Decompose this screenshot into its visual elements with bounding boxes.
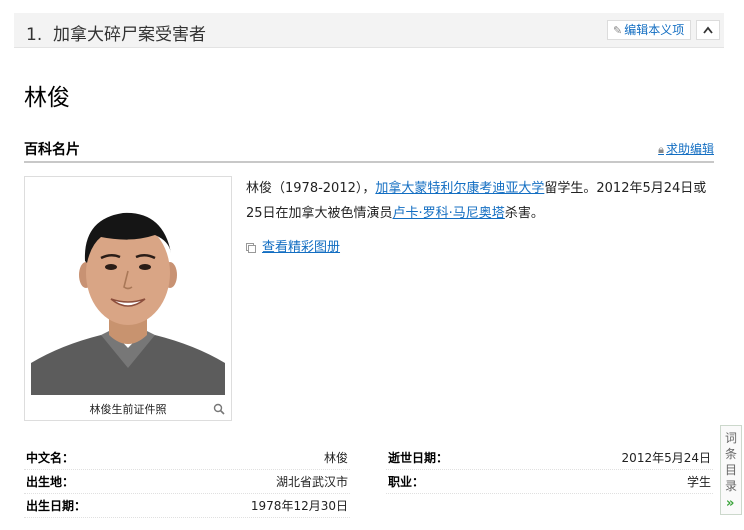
- info-key: 出生地：: [26, 475, 75, 489]
- section-title-text: 加拿大碎尸案受害者: [53, 25, 207, 45]
- info-value: 湖北省武汉市: [275, 475, 348, 489]
- info-row-birthdate: 出生日期： 1978年12月30日: [24, 495, 350, 518]
- album-link[interactable]: 查看精彩图册: [246, 236, 340, 255]
- album-icon: [246, 242, 256, 253]
- portrait-photo[interactable]: [31, 183, 225, 395]
- section-number: 1.: [26, 25, 43, 45]
- double-chevron-right-icon: »: [726, 496, 735, 511]
- section-title: 1. 加拿大碎尸案受害者: [26, 20, 206, 45]
- info-row-birthplace: 出生地： 湖北省武汉市: [24, 471, 350, 494]
- entry-directory-label: 词条目录: [725, 431, 738, 493]
- university-link[interactable]: 加拿大蒙特利尔康考迪亚大学: [375, 181, 544, 196]
- edit-entry-button[interactable]: ✎ 编辑本义项: [607, 20, 691, 40]
- help-edit-link[interactable]: 🔒︎ 求助编辑: [658, 140, 714, 157]
- info-key: 职业：: [388, 475, 425, 489]
- murderer-link[interactable]: 卢卡·罗科·马尼奥塔: [393, 206, 505, 221]
- page-title: 林俊: [24, 85, 70, 111]
- album-label: 查看精彩图册: [262, 240, 341, 255]
- card-header: 百科名片 🔒︎ 求助编辑: [24, 137, 714, 163]
- summary-part-3: 杀害。: [504, 206, 544, 221]
- info-value: 1978年12月30日: [250, 499, 348, 513]
- summary-part-1: 林俊（1978-2012），: [246, 181, 376, 196]
- edit-entry-label: 编辑本义项: [624, 23, 685, 37]
- info-key: 出生日期：: [26, 499, 87, 513]
- help-edit-label: 求助编辑: [665, 142, 714, 156]
- info-key: 中文名：: [26, 451, 75, 465]
- info-row-death-date: 逝世日期： 2012年5月24日: [386, 447, 713, 470]
- photo-caption: 林俊生前证件照: [89, 403, 167, 416]
- info-key: 逝世日期：: [388, 451, 449, 465]
- entry-directory-tab[interactable]: 词条目录 »: [720, 425, 742, 515]
- collapse-button[interactable]: [696, 20, 720, 40]
- info-value: 学生: [686, 475, 711, 489]
- info-row-chinese-name: 中文名： 林俊: [24, 447, 350, 470]
- chevron-up-icon: [703, 26, 713, 34]
- photo-box[interactable]: 林俊生前证件照: [24, 176, 232, 421]
- lock-icon: 🔒︎: [658, 143, 664, 156]
- info-row-occupation: 职业： 学生: [386, 471, 713, 494]
- zoom-icon[interactable]: [213, 403, 225, 415]
- info-value: 林俊: [323, 451, 348, 465]
- pencil-icon: ✎: [613, 24, 623, 37]
- summary-text: 林俊（1978-2012），加拿大蒙特利尔康考迪亚大学留学生。2012年5月24…: [246, 176, 716, 226]
- card-title: 百科名片: [24, 142, 80, 158]
- section-header: 1. 加拿大碎尸案受害者 ✎ 编辑本义项: [14, 13, 724, 48]
- info-value: 2012年5月24日: [621, 451, 711, 465]
